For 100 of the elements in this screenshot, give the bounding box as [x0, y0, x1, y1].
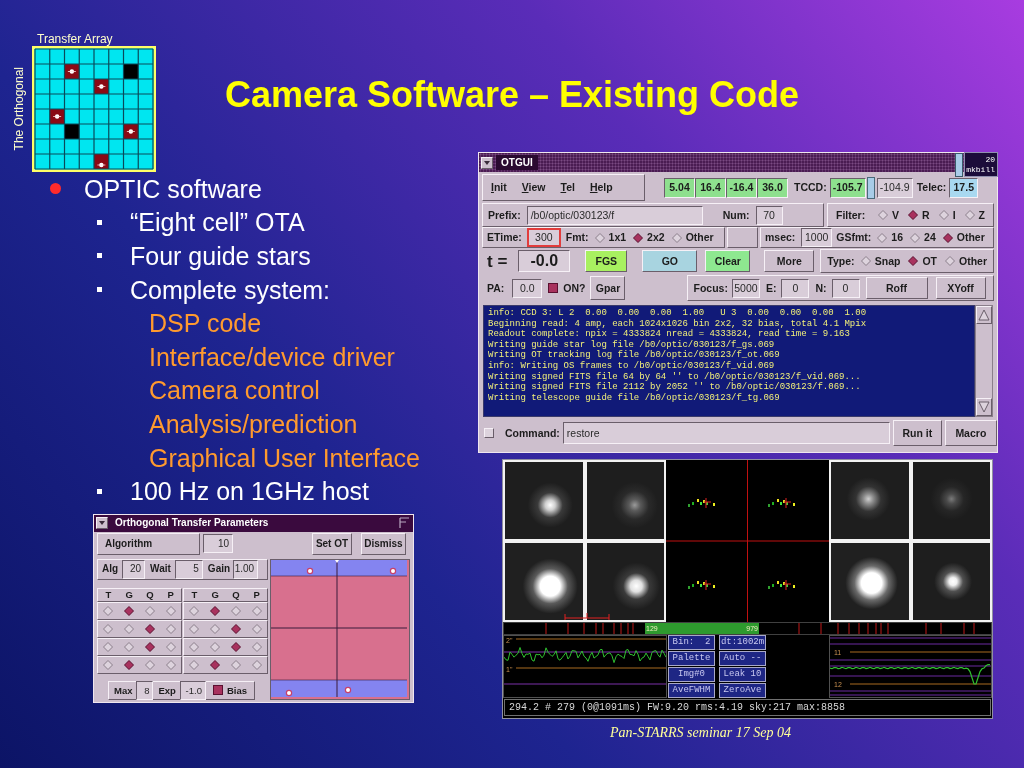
radio-button[interactable] [230, 641, 241, 652]
radio-button[interactable] [251, 659, 262, 670]
radio-button[interactable] [210, 641, 221, 652]
radio-button[interactable] [103, 659, 114, 670]
algorithm-menu-button[interactable]: Algorithm [97, 532, 200, 555]
input-field[interactable]: 8 [136, 680, 154, 700]
slider-handle[interactable] [866, 176, 875, 199]
radio-button[interactable] [210, 623, 221, 634]
input-field[interactable]: -1.0 [179, 680, 206, 700]
clear-button[interactable]: Clear [705, 250, 751, 272]
radio-button[interactable] [165, 641, 176, 652]
radio-button[interactable] [144, 641, 155, 652]
command-field[interactable]: restore [562, 422, 890, 444]
display-control-button[interactable]: Img#0 [668, 667, 715, 682]
dot-icon [344, 686, 352, 694]
input-field[interactable]: 20 [122, 559, 146, 579]
radio-option[interactable]: OT [908, 255, 937, 267]
radio-button[interactable] [165, 623, 176, 634]
input-field[interactable]: 5000 [731, 278, 760, 298]
radio-option[interactable]: I [938, 209, 956, 221]
radio-button[interactable] [230, 605, 241, 616]
radio-button[interactable] [251, 623, 262, 634]
radio-option[interactable]: 24 [910, 232, 936, 243]
radio-button[interactable] [144, 623, 155, 634]
radio-option[interactable]: V [878, 209, 900, 221]
field-label: Fmt: [565, 232, 589, 243]
checkbox[interactable] [212, 685, 223, 696]
menu-item[interactable]: Tel [560, 182, 575, 193]
display-control-button[interactable]: AveFWHM [668, 683, 715, 698]
radio-button[interactable] [103, 605, 114, 616]
radio-button[interactable] [210, 605, 221, 616]
input-field[interactable]: 300 [526, 228, 561, 247]
input-field[interactable]: 10 [203, 534, 233, 554]
run-button[interactable]: Run it [892, 420, 942, 446]
radio-option[interactable]: Other [671, 232, 714, 243]
radio-button[interactable] [165, 659, 176, 670]
scrollbar-thumb[interactable] [955, 153, 963, 177]
radio-button[interactable] [189, 641, 200, 652]
radio-button[interactable] [124, 605, 135, 616]
radio-option[interactable]: Z [964, 209, 985, 221]
display-control-button[interactable]: Auto -- [719, 651, 766, 666]
radio-button[interactable] [124, 623, 135, 634]
dot-icon [285, 689, 293, 697]
fgs-button[interactable]: FGS [585, 250, 628, 272]
radio-button[interactable] [251, 641, 262, 652]
radio-button[interactable] [189, 605, 200, 616]
radio-option[interactable]: R [908, 209, 930, 221]
window-menu-button[interactable] [96, 517, 108, 530]
window-menu-button[interactable] [481, 156, 493, 169]
input-field[interactable]: 0.0 [512, 278, 543, 298]
menu-item[interactable]: Help [589, 182, 613, 193]
scroll-down-button[interactable] [976, 398, 992, 416]
checkbox[interactable] [548, 283, 559, 293]
display-control-button[interactable]: dt:1002m [719, 635, 766, 650]
display-control-button[interactable]: Palette [668, 651, 715, 666]
display-control-button[interactable]: Bin: 2 [668, 635, 715, 650]
input-field[interactable]: 0 [781, 278, 810, 298]
radio-button[interactable] [103, 623, 114, 634]
radio-button[interactable] [165, 605, 176, 616]
radio-button[interactable] [251, 605, 262, 616]
xyoff-button[interactable]: XYoff [935, 277, 986, 299]
input-field[interactable]: 5 [174, 559, 203, 579]
radio-option[interactable]: Other [942, 232, 985, 243]
menu-item[interactable]: View [521, 182, 546, 193]
radio-button[interactable] [144, 605, 155, 616]
input-field[interactable]: 1000 [801, 228, 833, 247]
input-field[interactable]: /b0/optic/030123/f [526, 205, 703, 225]
radio-option[interactable]: 1x1 [594, 232, 627, 243]
field-label: Type: [827, 255, 855, 267]
radio-button[interactable] [189, 659, 200, 670]
scroll-up-button[interactable] [976, 306, 992, 324]
radio-button[interactable] [103, 641, 114, 652]
radio-option[interactable]: 16 [877, 232, 904, 243]
radio-button[interactable] [230, 623, 241, 634]
input-field[interactable]: 0 [831, 278, 860, 298]
input-field[interactable]: 1.00 [233, 559, 259, 579]
display-control-button[interactable]: Leak 10 [719, 667, 766, 682]
radio-button[interactable] [210, 659, 221, 670]
radio-button[interactable] [144, 659, 155, 670]
dismiss-button[interactable]: Dismiss [361, 532, 406, 555]
field-label: N: [815, 282, 827, 294]
input-field[interactable]: 70 [755, 205, 783, 225]
roff-button[interactable]: Roff [865, 277, 928, 299]
radio-option[interactable]: 2x2 [633, 232, 665, 243]
radio-button[interactable] [230, 659, 241, 670]
go-button[interactable]: GO [642, 250, 698, 272]
gpar-button[interactable]: Gpar [590, 276, 626, 300]
more-button[interactable]: More [764, 250, 815, 272]
radio-option[interactable]: Other [945, 255, 987, 267]
display-control-button[interactable]: ZeroAve [719, 683, 766, 698]
setpoint-field[interactable]: -104.9 [876, 177, 913, 198]
radio-option[interactable]: Snap [860, 255, 901, 267]
radio-button[interactable] [189, 623, 200, 634]
set-ot-button[interactable]: Set OT [312, 532, 352, 555]
pointer-icon [335, 559, 339, 563]
macro-button[interactable]: Macro [944, 420, 997, 446]
radio-button[interactable] [124, 659, 135, 670]
radio-button[interactable] [124, 641, 135, 652]
menu-item[interactable]: Init [491, 182, 507, 193]
icon-box[interactable]: 20 mkbill [964, 152, 998, 177]
